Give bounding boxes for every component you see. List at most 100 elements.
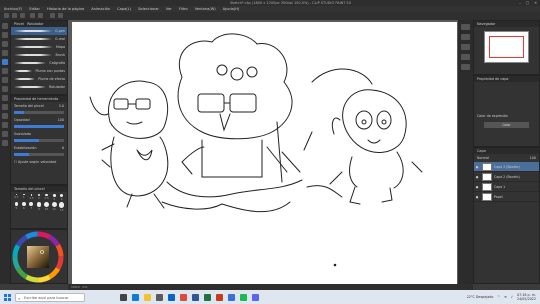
mail-icon[interactable]	[168, 293, 175, 301]
move-tool-icon[interactable]	[2, 32, 8, 38]
brush-size-preset[interactable]: 12	[51, 202, 58, 212]
brush-size-preset[interactable]: 2	[36, 194, 43, 201]
brush-item[interactable]: Caligrafía	[11, 59, 67, 67]
brush-label: Brush	[55, 53, 65, 57]
brush-item[interactable]: G-real	[11, 35, 67, 43]
brush-size-preset[interactable]: 8	[36, 202, 43, 212]
brush-item[interactable]: Rotulador	[11, 83, 67, 91]
tab-rotulador[interactable]: Rotulador	[27, 22, 43, 26]
eye-icon[interactable]: ●	[474, 185, 480, 189]
brush-size-panel: Tamaño del pincel 0.7 1 1.5 2 2.5 3 4 5 6 7 8 10 12 1…	[10, 185, 68, 229]
brush-tool-icon[interactable]	[2, 77, 8, 83]
zoom-tool-icon[interactable]	[2, 23, 8, 29]
brush-size-preset[interactable]: 0.7	[13, 194, 20, 201]
brush-item[interactable]: Pluma de efecto	[11, 75, 67, 83]
history-icon[interactable]	[461, 54, 470, 60]
property-value[interactable]: 6	[62, 146, 64, 150]
brush-size-preset[interactable]: 2.5	[43, 194, 50, 201]
open-icon[interactable]	[12, 13, 17, 18]
eyedropper-tool-icon[interactable]	[2, 50, 8, 56]
taskbar-search[interactable]: ⌕ Escribe aquí para buscar	[15, 292, 85, 302]
figure-tool-icon[interactable]	[2, 122, 8, 128]
property-row: Tamaño del pincel 5.0	[11, 102, 67, 110]
layer-row[interactable]: ● Capa 3 (Boceto)	[474, 162, 539, 172]
layer-row[interactable]: ● Capa 1	[474, 182, 539, 192]
task-view-icon[interactable]	[120, 293, 127, 301]
discord-icon[interactable]	[252, 293, 259, 301]
balloon-tool-icon[interactable]	[2, 140, 8, 146]
fill-tool-icon[interactable]	[2, 104, 8, 110]
brush-size-preset[interactable]: 6	[21, 202, 28, 212]
search-icon[interactable]	[461, 34, 470, 40]
clip-studio-icon[interactable]	[228, 293, 235, 301]
property-value[interactable]: 100	[58, 118, 64, 122]
zoom-value[interactable]: 150.0	[71, 285, 80, 289]
brush-size-preset[interactable]: 1.5	[28, 194, 35, 201]
timeline-icon[interactable]	[461, 64, 470, 70]
redo-icon[interactable]	[38, 13, 43, 18]
brush-size-preset[interactable]: 7	[28, 202, 35, 212]
pencil-tool-icon[interactable]	[2, 68, 8, 74]
property-slider[interactable]	[14, 125, 64, 128]
color-set-icon[interactable]	[461, 44, 470, 50]
volume-icon[interactable]: ♪	[511, 295, 513, 299]
eye-icon[interactable]: ●	[474, 195, 480, 199]
chevron-up-icon[interactable]: ^	[497, 295, 500, 299]
property-value[interactable]: 5.0	[59, 104, 64, 108]
brush-size-preset[interactable]: 1	[21, 194, 28, 201]
navigator-preview[interactable]	[484, 31, 529, 63]
eye-icon[interactable]: ●	[474, 175, 480, 179]
brush-size-preset[interactable]: 15	[58, 202, 65, 212]
undo-icon[interactable]	[30, 13, 35, 18]
chrome-icon[interactable]	[180, 293, 187, 301]
speed-checkbox[interactable]: ☐ Ajuste según velocidad	[11, 158, 67, 166]
eraser-tool-icon[interactable]	[2, 95, 8, 101]
spotify-icon[interactable]	[240, 293, 247, 301]
eye-icon[interactable]: ●	[474, 165, 480, 169]
edge-icon[interactable]	[132, 293, 139, 301]
property-slider[interactable]	[14, 139, 64, 142]
windows-start-icon[interactable]	[4, 293, 11, 301]
brush-size-preset[interactable]: 4	[58, 194, 65, 201]
store-icon[interactable]	[156, 293, 163, 301]
wifi-icon[interactable]: ≋	[504, 295, 507, 299]
text-tool-icon[interactable]	[2, 131, 8, 137]
layer-row[interactable]: ● Papel	[474, 192, 539, 202]
file-explorer-icon[interactable]	[144, 293, 151, 301]
airbrush-tool-icon[interactable]	[2, 86, 8, 92]
transform-icon[interactable]	[58, 13, 63, 18]
brush-item[interactable]: Mapa	[11, 43, 67, 51]
color-button[interactable]: Color	[484, 122, 529, 128]
clock-date: 24/05/2022	[516, 297, 536, 301]
blend-mode-select[interactable]: Normal	[477, 156, 489, 160]
word-icon[interactable]	[192, 293, 199, 301]
excel-icon[interactable]	[204, 293, 211, 301]
brush-item[interactable]: Pluma con puntas	[11, 67, 67, 75]
checkbox-icon[interactable]: ☐	[14, 160, 17, 164]
tab-pincel[interactable]: Pincel	[14, 22, 24, 26]
brush-size-preset[interactable]: 5	[13, 202, 20, 212]
brush-item[interactable]: G-pen	[11, 27, 67, 35]
gradient-tool-icon[interactable]	[2, 113, 8, 119]
weather-text[interactable]: 22°C Despejado	[467, 295, 494, 299]
pen-tool-icon[interactable]	[2, 59, 8, 65]
powerpoint-icon[interactable]	[216, 293, 223, 301]
new-icon[interactable]	[4, 13, 9, 18]
layer-opacity[interactable]: 100	[530, 156, 536, 160]
brush-size-preset[interactable]: 3	[51, 194, 58, 201]
property-slider[interactable]	[14, 111, 64, 114]
angle-value[interactable]: 0.0	[82, 285, 87, 289]
property-slider[interactable]	[14, 153, 64, 156]
color-wheel[interactable]	[11, 230, 67, 283]
clear-icon[interactable]	[50, 13, 55, 18]
brush-label: Mapa	[56, 45, 65, 49]
select-tool-icon[interactable]	[2, 41, 8, 47]
brush-size-preset[interactable]: 10	[43, 202, 50, 212]
save-icon[interactable]	[20, 13, 25, 18]
brush-item[interactable]: Brush	[11, 51, 67, 59]
canvas-paper[interactable]	[72, 22, 457, 284]
clock[interactable]: 07:18 p. m. 24/05/2022	[517, 293, 536, 301]
layer-name: Papel	[494, 194, 503, 199]
layer-row[interactable]: ● Capa 2 (Boceto)	[474, 172, 539, 182]
material-icon[interactable]	[461, 24, 470, 30]
